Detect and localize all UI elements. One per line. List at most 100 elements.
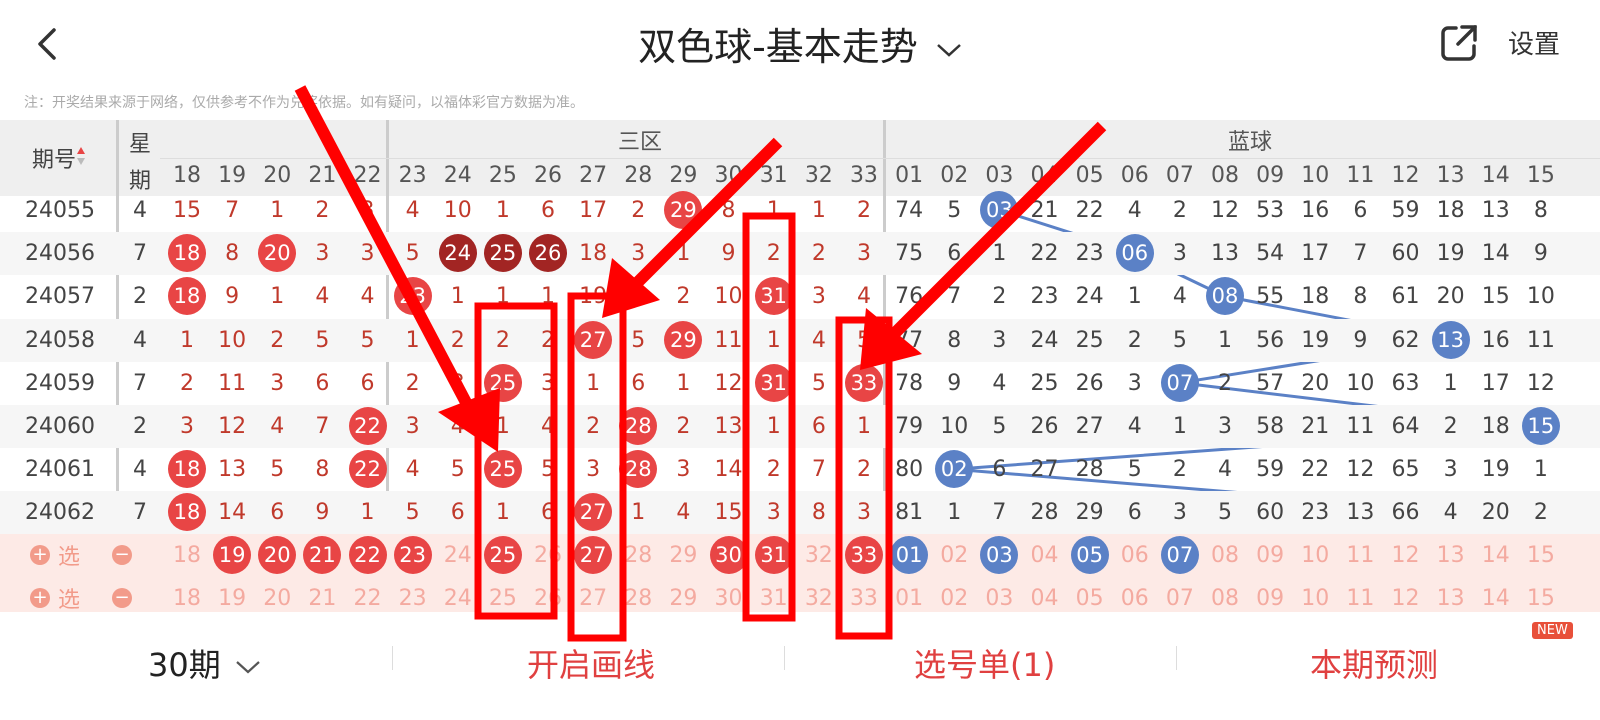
blue-miss-cell: 4 (1127, 198, 1142, 223)
remove-pick-icon[interactable]: − (112, 545, 132, 565)
red-miss-cell: 15 (173, 198, 201, 223)
issue-cell: 24061 (25, 457, 95, 483)
red-miss-cell: 5 (315, 327, 330, 353)
red-miss-cell: 2 (586, 414, 601, 439)
blue-ball: 07 (1160, 363, 1199, 402)
period-selector[interactable]: 30期 (148, 640, 261, 686)
red-ball: 22 (348, 450, 387, 489)
red-miss-cell: 1 (180, 327, 194, 353)
red-miss-cell: 12 (218, 414, 247, 439)
blue-miss-cell: 23 (1301, 500, 1330, 526)
blue-miss-cell: 80 (895, 457, 924, 483)
blue-miss-cell: 16 (1481, 327, 1510, 353)
blue-miss-cell: 3 (1127, 370, 1142, 396)
blue-miss-cell: 79 (895, 414, 924, 439)
blue-col-header: 06 (1120, 163, 1149, 188)
pick-blue-ball[interactable]: 07 (1160, 536, 1199, 574)
zone-header-rule (160, 158, 1600, 159)
pick-blue-cell[interactable]: 06 (1112, 534, 1158, 577)
pick-blue-cell[interactable]: 11 (1337, 534, 1383, 577)
blue-miss-cell: 26 (1030, 414, 1059, 439)
red-miss-cell: 2 (450, 327, 465, 353)
zone-blue-label: 蓝球 (1227, 130, 1272, 155)
pick-red-cell[interactable]: 18 (164, 534, 210, 577)
pick-red-ball[interactable]: 31 (754, 536, 793, 574)
pick-red-ball[interactable]: 27 (574, 536, 613, 574)
red-ball: 33 (844, 363, 883, 402)
pick-red-ball[interactable]: 23 (393, 536, 432, 574)
red-miss-cell: 6 (631, 370, 646, 396)
blue-col-header: 14 (1481, 163, 1510, 188)
red-miss-cell: 2 (766, 241, 781, 267)
red-ball: 26 (529, 234, 568, 273)
pick-blue-cell[interactable]: 02 (931, 534, 977, 577)
red-miss-cell: 1 (360, 500, 375, 526)
blue-miss-cell: 13 (1210, 241, 1239, 267)
blue-miss-cell: 3 (1172, 500, 1187, 526)
page-title[interactable]: 双色球-基本走势 (0, 16, 1600, 71)
red-miss-cell: 18 (579, 241, 608, 267)
blue-ball: 13 (1431, 320, 1470, 359)
red-miss-cell: 1 (766, 414, 781, 439)
red-miss-cell: 4 (405, 457, 420, 483)
predict-button[interactable]: 本期预测 (1310, 640, 1438, 686)
pick-red-ball[interactable]: 33 (844, 536, 883, 574)
issue-cell: 24059 (25, 370, 95, 396)
red-miss-cell: 2 (405, 370, 420, 396)
draw-line-button[interactable]: 开启画线 (527, 640, 655, 686)
pick-blue-ball[interactable]: 01 (890, 536, 929, 574)
blue-miss-cell: 12 (1526, 370, 1555, 396)
add-pick-icon[interactable]: + (30, 545, 50, 565)
settings-button[interactable]: 设置 (1508, 24, 1560, 61)
pick-blue-cell[interactable]: 13 (1428, 534, 1474, 577)
red-miss-cell: 13 (714, 414, 743, 439)
red-ball: 25 (483, 450, 522, 489)
blue-miss-cell: 62 (1391, 327, 1420, 353)
pick-red-cell[interactable]: 32 (796, 534, 842, 577)
pick-blue-ball[interactable]: 05 (1070, 536, 1109, 574)
pick-list-button[interactable]: 选号单(1) (914, 640, 1055, 686)
blue-miss-cell: 57 (1256, 370, 1285, 396)
pick-red-ball[interactable]: 20 (258, 536, 297, 574)
pick-red-ball[interactable]: 25 (483, 536, 522, 574)
pick-red-cell[interactable]: 29 (660, 534, 706, 577)
pick-red-ball[interactable]: 19 (213, 536, 252, 574)
pick-blue-cell[interactable]: 08 (1202, 534, 1248, 577)
blue-col-header: 04 (1030, 163, 1059, 188)
red-miss-cell: 1 (676, 241, 691, 267)
pick-blue-cell[interactable]: 10 (1292, 534, 1338, 577)
add-pick-icon[interactable]: + (30, 588, 50, 608)
pick-red-ball[interactable]: 22 (348, 536, 387, 574)
pick-blue-cell[interactable]: 09 (1247, 534, 1293, 577)
sort-icon[interactable] (76, 146, 86, 166)
red-miss-cell: 6 (360, 370, 375, 396)
red-ball: 29 (664, 191, 703, 229)
red-miss-cell: 5 (405, 500, 420, 526)
pick-blue-cell[interactable]: 12 (1383, 534, 1429, 577)
issue-header[interactable]: 期号 (24, 142, 84, 174)
red-miss-cell: 3 (270, 370, 285, 396)
pick-red-cell[interactable]: 24 (435, 534, 481, 577)
red-miss-cell: 3 (450, 370, 465, 396)
red-miss-cell: 14 (218, 500, 247, 526)
share-icon[interactable] (1438, 22, 1480, 64)
red-miss-cell: 2 (676, 284, 691, 310)
red-miss-cell: 2 (541, 327, 556, 353)
remove-pick-icon[interactable]: − (112, 588, 132, 608)
blue-miss-cell: 10 (940, 414, 969, 439)
pick-red-ball[interactable]: 30 (709, 536, 748, 574)
red-miss-cell: 1 (541, 284, 556, 310)
red-miss-cell: 3 (766, 500, 781, 526)
red-miss-cell: 1 (676, 370, 691, 396)
blue-miss-cell: 8 (947, 327, 962, 353)
pick-red-cell[interactable]: 26 (525, 534, 571, 577)
red-miss-cell: 2 (270, 327, 285, 353)
pick-blue-cell[interactable]: 04 (1021, 534, 1067, 577)
pick-blue-cell[interactable]: 15 (1518, 534, 1564, 577)
pick-red-cell[interactable]: 28 (615, 534, 661, 577)
pick-blue-cell[interactable]: 14 (1473, 534, 1519, 577)
blue-miss-cell: 2 (1443, 414, 1458, 439)
blue-miss-cell: 20 (1301, 370, 1330, 396)
red-miss-cell: 3 (856, 241, 871, 267)
blue-miss-cell: 2 (992, 284, 1007, 310)
